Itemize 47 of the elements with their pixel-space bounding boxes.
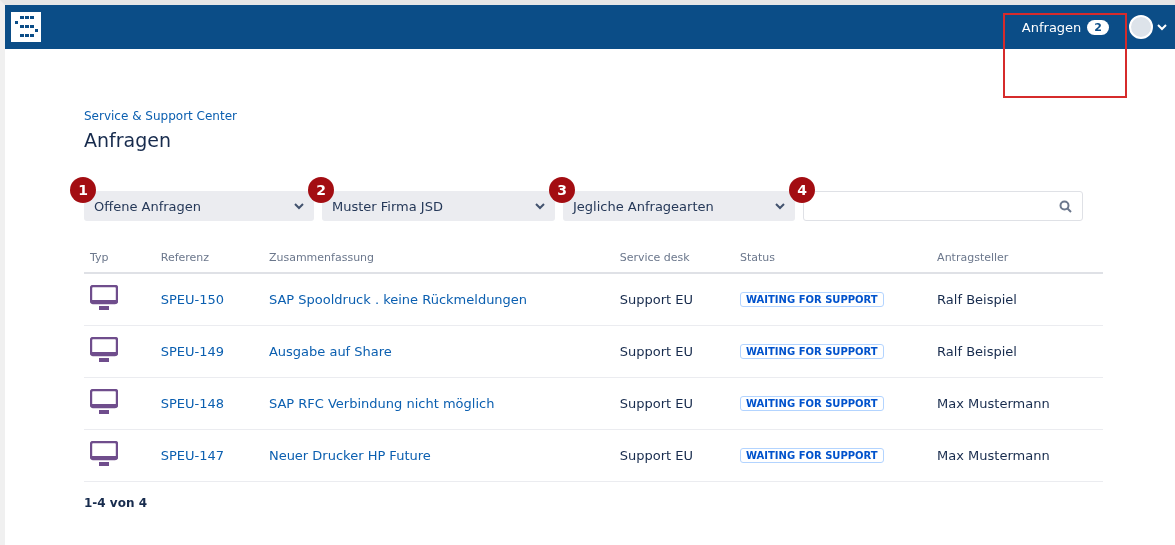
- table-cell: Support EU: [613, 429, 734, 481]
- table-cell: Ralf Beispiel: [931, 325, 1103, 377]
- page-title: Anfragen: [84, 129, 172, 151]
- step-marker: 3: [549, 177, 575, 203]
- profile-menu[interactable]: [1129, 15, 1167, 39]
- chevron-down-icon: [1157, 23, 1167, 31]
- table-cell: Max Mustermann: [931, 377, 1103, 429]
- column-header: Typ: [84, 243, 155, 273]
- count-badge: 2: [1087, 19, 1109, 35]
- column-header: Antragsteller: [931, 243, 1103, 273]
- logo-icon: [11, 12, 41, 42]
- monitor-icon: [90, 336, 118, 363]
- pagination-text: 1-4 von 4: [84, 495, 148, 510]
- reference-link[interactable]: SPEU-149: [160, 343, 225, 359]
- step-marker: 1: [70, 177, 96, 203]
- chevron-down-icon: [535, 202, 545, 210]
- table-cell: Support EU: [613, 325, 734, 377]
- summary-link[interactable]: SAP Spooldruck . keine Rückmeldungen: [268, 291, 528, 307]
- monitor-icon: [90, 388, 118, 415]
- avatar-icon: [1129, 15, 1153, 39]
- table-cell: Support EU: [613, 377, 734, 429]
- breadcrumb-link[interactable]: Service & Support Center: [84, 109, 1103, 123]
- column-header: Zusammenfassung: [262, 243, 614, 273]
- status-lozenge: WAITING FOR SUPPORT: [740, 344, 884, 359]
- requests-link[interactable]: Anfragen 2: [1015, 19, 1115, 35]
- monitor-icon: [90, 440, 118, 467]
- reference-link[interactable]: SPEU-150: [160, 291, 225, 307]
- summary-link[interactable]: Ausgabe auf Share: [268, 343, 392, 359]
- chevron-down-icon: [294, 202, 304, 210]
- column-header: Status: [734, 243, 932, 273]
- status-lozenge: WAITING FOR SUPPORT: [740, 292, 884, 308]
- summary-link[interactable]: Neuer Drucker HP Future: [268, 447, 431, 463]
- reference-link[interactable]: SPEU-147: [160, 447, 225, 463]
- column-header: Referenz: [154, 243, 263, 273]
- column-header: Service desk: [613, 243, 734, 273]
- chevron-down-icon: [775, 202, 785, 210]
- status-lozenge: WAITING FOR SUPPORT: [740, 396, 884, 411]
- step-marker: 4: [789, 177, 815, 203]
- summary-link[interactable]: SAP RFC Verbindung nicht möglich: [268, 395, 495, 411]
- table-cell: Max Mustermann: [931, 429, 1103, 481]
- monitor-icon: [90, 284, 118, 311]
- status-lozenge: WAITING FOR SUPPORT: [740, 448, 884, 463]
- table-cell: Ralf Beispiel: [931, 273, 1103, 325]
- search-icon: [1059, 199, 1072, 213]
- table-cell: Support EU: [613, 273, 734, 325]
- step-marker: 2: [308, 177, 334, 203]
- reference-link[interactable]: SPEU-148: [160, 395, 225, 411]
